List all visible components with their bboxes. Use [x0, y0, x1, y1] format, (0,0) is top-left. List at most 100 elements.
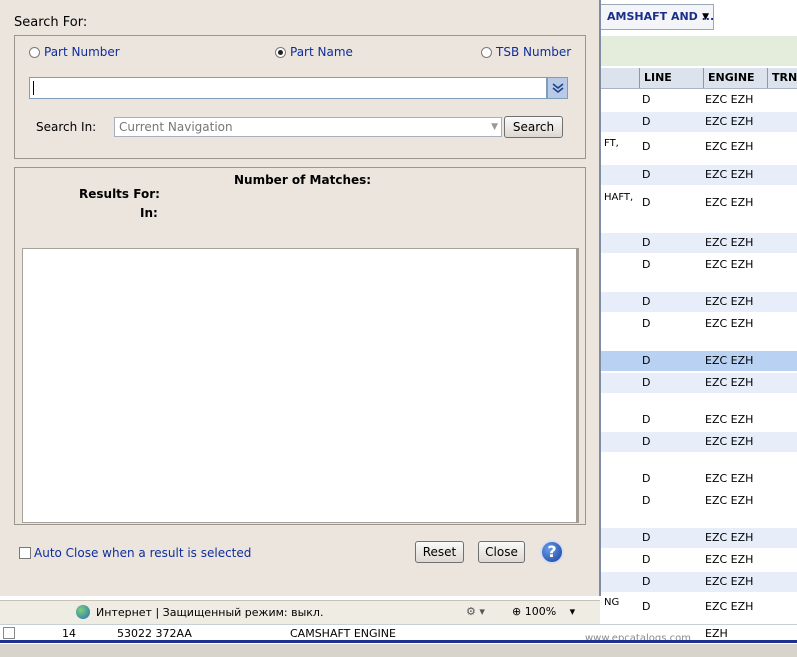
tsb-number-radio[interactable]: [481, 47, 492, 58]
security-icon[interactable]: ⚙ ▾: [466, 605, 485, 618]
globe-icon: [76, 605, 90, 619]
table-row[interactable]: D EZC EZH: [600, 351, 797, 371]
part-number-label[interactable]: Part Number: [44, 45, 120, 59]
row-engine: EZC EZH: [705, 258, 754, 271]
results-list[interactable]: [22, 248, 579, 523]
row-engine: EZC EZH: [705, 140, 754, 153]
table-row[interactable]: D EZC EZH: [600, 233, 797, 253]
row-engine: EZC EZH: [705, 317, 754, 330]
row-engine: EZC EZH: [705, 115, 754, 128]
row-line: D: [642, 317, 651, 330]
table-row[interactable]: D EZC EZH: [600, 112, 797, 132]
truncated-description: NG: [604, 597, 620, 608]
column-header-engine[interactable]: ENGINE: [703, 68, 767, 88]
row-engine: EZC EZH: [705, 472, 754, 485]
row-engine: EZC EZH: [705, 413, 754, 426]
close-button[interactable]: Close: [478, 541, 525, 563]
reset-button[interactable]: Reset: [415, 541, 464, 563]
results-for-label: Results For:: [79, 187, 160, 201]
row-engine: EZC EZH: [705, 600, 754, 613]
browser-status-bar: Интернет | Защищенный режим: выкл. ⚙ ▾ ⊕…: [0, 600, 600, 624]
row-engine: EZC EZH: [705, 196, 754, 209]
row-checkbox[interactable]: [3, 627, 15, 639]
auto-close-label[interactable]: Auto Close when a result is selected: [34, 546, 251, 560]
row-line: D: [642, 140, 651, 153]
table-row[interactable]: D EZC EZH: [600, 410, 797, 430]
table-row[interactable]: D EZC EZH: [600, 165, 797, 185]
search-button[interactable]: Search: [504, 116, 563, 138]
column-header-trn[interactable]: TRN: [767, 68, 797, 88]
truncated-description: HAFT,: [604, 192, 634, 203]
zoom-icon: ⊕: [512, 605, 522, 618]
row-engine: EZC EZH: [705, 295, 754, 308]
table-row[interactable]: D EZC EZH: [600, 314, 797, 334]
toolbar-band: [600, 36, 797, 66]
row-part-name: CAMSHAFT ENGINE: [290, 627, 396, 640]
row-line: D: [642, 600, 651, 613]
in-label: In:: [140, 206, 158, 220]
row-engine: EZC EZH: [705, 93, 754, 106]
table-row[interactable]: D EZC EZH: [600, 90, 797, 110]
row-engine: EZC EZH: [705, 494, 754, 507]
part-name-label[interactable]: Part Name: [290, 45, 353, 59]
table-row[interactable]: D EZC EZH: [600, 469, 797, 489]
category-dropdown[interactable]: AMSHAFT AND ... ▼: [600, 4, 714, 30]
table-row[interactable]: D EZC EZH: [600, 292, 797, 312]
help-icon[interactable]: ?: [540, 540, 564, 564]
row-engine: EZC EZH: [705, 531, 754, 544]
row-line: D: [642, 115, 651, 128]
row-line: D: [642, 168, 651, 181]
dropdown-arrow-icon: ▼: [491, 122, 498, 132]
row-index: 14: [62, 627, 76, 640]
row-line: D: [642, 236, 651, 249]
zoom-level: 100%: [524, 605, 557, 618]
row-line: D: [642, 196, 651, 209]
row-engine: EZC EZH: [705, 236, 754, 249]
row-engine: EZC EZH: [705, 575, 754, 588]
search-in-select[interactable]: Current Navigation ▼: [114, 117, 502, 137]
row-line: D: [642, 531, 651, 544]
row-line: D: [642, 553, 651, 566]
table-row[interactable]: D EZC EZH: [600, 572, 797, 592]
table-row[interactable]: D EZC EZH: [600, 255, 797, 275]
row-line: D: [642, 295, 651, 308]
zoom-dropdown-icon: ▾: [569, 605, 576, 618]
search-for-label: Search For:: [14, 15, 88, 30]
row-part-number: 53022 372AA: [117, 627, 192, 640]
row-engine: EZH: [705, 627, 728, 640]
zone-status-text: Интернет | Защищенный режим: выкл.: [96, 606, 324, 619]
part-name-radio[interactable]: [275, 47, 286, 58]
divider: [0, 640, 797, 643]
row-line: D: [642, 472, 651, 485]
search-in-label: Search In:: [36, 120, 97, 134]
part-number-radio[interactable]: [29, 47, 40, 58]
auto-close-checkbox[interactable]: [19, 547, 31, 559]
row-engine: EZC EZH: [705, 376, 754, 389]
row-engine: EZC EZH: [705, 354, 754, 367]
table-row[interactable]: D EZC EZH: [600, 491, 797, 511]
search-in-value: Current Navigation: [119, 120, 233, 134]
table-row[interactable]: D EZC EZH: [600, 373, 797, 393]
row-line: D: [642, 258, 651, 271]
text-caret: [33, 81, 34, 95]
row-line: D: [642, 93, 651, 106]
parts-table-header: LINE ENGINE TRN: [600, 68, 797, 89]
column-header-line[interactable]: LINE: [639, 68, 703, 88]
part-search-dialog: Search For: Part Number Part Name TSB Nu…: [0, 0, 601, 596]
zoom-control[interactable]: ⊕ 100% ▾: [512, 605, 575, 618]
table-row[interactable]: D EZC EZH: [600, 528, 797, 548]
tsb-number-label[interactable]: TSB Number: [496, 45, 571, 59]
row-line: D: [642, 354, 651, 367]
part-search-dropdown-button[interactable]: [547, 77, 568, 99]
table-row[interactable]: D EZC EZH: [600, 137, 797, 157]
table-row[interactable]: D EZC EZH: [600, 550, 797, 570]
row-engine: EZC EZH: [705, 168, 754, 181]
row-line: D: [642, 575, 651, 588]
part-search-input[interactable]: [29, 77, 547, 99]
taskbar: [0, 644, 797, 657]
row-engine: EZC EZH: [705, 553, 754, 566]
table-row[interactable]: D EZC EZH: [600, 597, 797, 617]
number-of-matches-label: Number of Matches:: [234, 173, 372, 187]
table-row[interactable]: D EZC EZH: [600, 432, 797, 452]
row-line: D: [642, 413, 651, 426]
